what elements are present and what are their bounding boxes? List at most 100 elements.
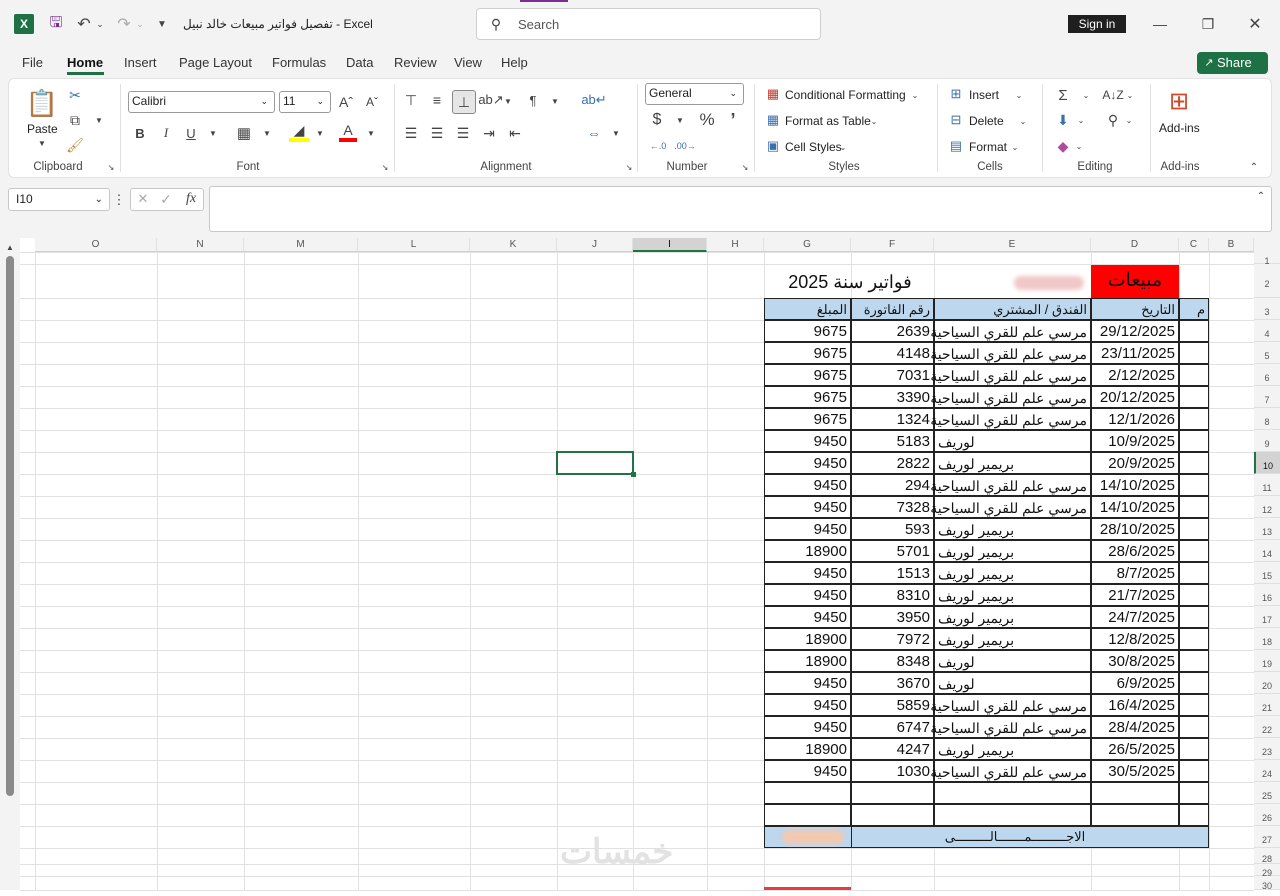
collapse-ribbon-icon[interactable]: ⌃: [1246, 160, 1262, 174]
row-header-24[interactable]: 24: [1254, 760, 1280, 782]
table-cell-hotel[interactable]: [934, 782, 1091, 804]
table-cell-date[interactable]: 28/6/2025: [1091, 540, 1179, 562]
select-all-corner[interactable]: [1254, 238, 1280, 252]
row-header-5[interactable]: 5: [1254, 342, 1280, 364]
row-header-20[interactable]: 20: [1254, 672, 1280, 694]
save-icon[interactable]: 🖫: [46, 14, 66, 34]
table-cell-date[interactable]: 2/12/2025: [1091, 364, 1179, 386]
selected-cell-i10[interactable]: [556, 451, 634, 475]
column-header-n[interactable]: N: [157, 238, 244, 252]
column-header-c[interactable]: C: [1179, 238, 1209, 252]
table-cell-index[interactable]: [1179, 562, 1209, 584]
table-cell-hotel[interactable]: بريمير لوريف: [934, 628, 1091, 650]
table-cell-amount[interactable]: 9450: [764, 694, 851, 716]
close-icon[interactable]: ✕: [1245, 14, 1265, 34]
minimize-icon[interactable]: —: [1150, 14, 1170, 34]
insert-function-icon[interactable]: fx: [181, 190, 201, 208]
table-cell-index[interactable]: [1179, 540, 1209, 562]
table-cell-amount[interactable]: 18900: [764, 738, 851, 760]
table-cell-date[interactable]: 26/5/2025: [1091, 738, 1179, 760]
table-cell-amount[interactable]: 9450: [764, 760, 851, 782]
row-header-13[interactable]: 13: [1254, 518, 1280, 540]
table-cell-hotel[interactable]: لوريف: [934, 672, 1091, 694]
redo-dropdown-icon[interactable]: ⌄: [134, 14, 146, 34]
table-cell-invoice[interactable]: 1324: [851, 408, 934, 430]
table-cell-date[interactable]: [1091, 782, 1179, 804]
font-color-icon[interactable]: A: [339, 122, 357, 142]
share-button[interactable]: ↗ Share ▼: [1197, 52, 1268, 91]
underline-button[interactable]: U: [182, 124, 200, 142]
row-header-9[interactable]: 9: [1254, 430, 1280, 452]
table-cell-invoice[interactable]: 7031: [851, 364, 934, 386]
table-cell-hotel[interactable]: مرسي علم للقري السياحية: [930, 320, 1091, 342]
format-button[interactable]: Format: [969, 140, 1007, 154]
paste-button-label[interactable]: Paste: [27, 122, 58, 136]
paste-icon[interactable]: 📋: [26, 86, 58, 120]
rtl-icon[interactable]: ¶: [524, 91, 542, 109]
table-cell-amount[interactable]: [764, 804, 851, 826]
table-cell-date[interactable]: 12/1/2026: [1091, 408, 1179, 430]
format-as-table-button[interactable]: Format as Table: [785, 114, 871, 128]
scrollbar-thumb[interactable]: [6, 256, 14, 796]
table-cell-index[interactable]: [1179, 782, 1209, 804]
fill-dropdown-icon[interactable]: ⌄: [1076, 115, 1086, 125]
table-cell-index[interactable]: [1179, 804, 1209, 826]
fill-handle[interactable]: [631, 472, 636, 477]
row-header-16[interactable]: 16: [1254, 584, 1280, 606]
row-header-14[interactable]: 14: [1254, 540, 1280, 562]
table-cell-invoice[interactable]: 4148: [851, 342, 934, 364]
table-cell-hotel[interactable]: بريمير لوريف: [934, 606, 1091, 628]
table-cell-date[interactable]: 20/12/2025: [1091, 386, 1179, 408]
table-cell-hotel[interactable]: بريمير لوريف: [934, 540, 1091, 562]
row-header-10[interactable]: 10: [1254, 452, 1280, 474]
row-header-1[interactable]: 1: [1254, 252, 1280, 266]
row-header-3[interactable]: 3: [1254, 298, 1280, 320]
align-middle-icon[interactable]: ≡: [428, 91, 446, 109]
row-header-28[interactable]: 28: [1254, 848, 1280, 864]
decrease-font-icon[interactable]: Aˇ: [363, 92, 381, 112]
row-header-11[interactable]: 11: [1254, 474, 1280, 496]
tab-help[interactable]: Help: [501, 55, 528, 70]
table-cell-index[interactable]: [1179, 738, 1209, 760]
row-header-17[interactable]: 17: [1254, 606, 1280, 628]
number-launcher-icon[interactable]: ↘: [740, 162, 750, 172]
column-header-g[interactable]: G: [764, 238, 851, 252]
table-cell-amount[interactable]: [764, 782, 851, 804]
tab-review[interactable]: Review: [394, 55, 437, 70]
scroll-up-icon[interactable]: ▲: [4, 242, 16, 252]
increase-font-icon[interactable]: Aˆ: [337, 92, 355, 112]
table-cell-date[interactable]: 23/11/2025: [1091, 342, 1179, 364]
table-cell-amount[interactable]: 9675: [764, 386, 851, 408]
row-header-25[interactable]: 25: [1254, 782, 1280, 804]
column-header-f[interactable]: F: [851, 238, 934, 252]
fill-color-dropdown-icon[interactable]: ▼: [315, 128, 325, 138]
table-cell-date[interactable]: 6/9/2025: [1091, 672, 1179, 694]
copy-icon[interactable]: ⧉: [66, 111, 84, 129]
cell-styles-button[interactable]: Cell Styles: [785, 140, 842, 154]
table-cell-hotel[interactable]: مرسي علم للقري السياحية: [930, 716, 1091, 738]
table-cell-date[interactable]: [1091, 804, 1179, 826]
restore-icon[interactable]: ❐: [1198, 14, 1218, 34]
clear-icon[interactable]: ◆: [1054, 137, 1072, 155]
table-cell-index[interactable]: [1179, 364, 1209, 386]
table-cell-hotel[interactable]: بريمير لوريف: [934, 452, 1091, 474]
table-cell-index[interactable]: [1179, 716, 1209, 738]
row-header-18[interactable]: 18: [1254, 628, 1280, 650]
table-cell-invoice[interactable]: [851, 804, 934, 826]
table-cell-index[interactable]: [1179, 650, 1209, 672]
table-cell-amount[interactable]: 9675: [764, 408, 851, 430]
alignment-launcher-icon[interactable]: ↘: [624, 162, 634, 172]
table-cell-date[interactable]: 30/8/2025: [1091, 650, 1179, 672]
row-header-4[interactable]: 4: [1254, 320, 1280, 342]
table-cell-hotel[interactable]: بريمير لوريف: [934, 738, 1091, 760]
percent-icon[interactable]: %: [697, 110, 717, 130]
table-cell-index[interactable]: [1179, 342, 1209, 364]
table-cell-date[interactable]: 14/10/2025: [1091, 496, 1179, 518]
table-cell-amount[interactable]: 18900: [764, 540, 851, 562]
table-cell-invoice[interactable]: 7328: [851, 496, 934, 518]
column-header-i[interactable]: I: [633, 238, 707, 252]
table-cell-date[interactable]: 20/9/2025: [1091, 452, 1179, 474]
column-header-l[interactable]: L: [358, 238, 470, 252]
row-header-6[interactable]: 6: [1254, 364, 1280, 386]
table-cell-amount[interactable]: 9675: [764, 364, 851, 386]
